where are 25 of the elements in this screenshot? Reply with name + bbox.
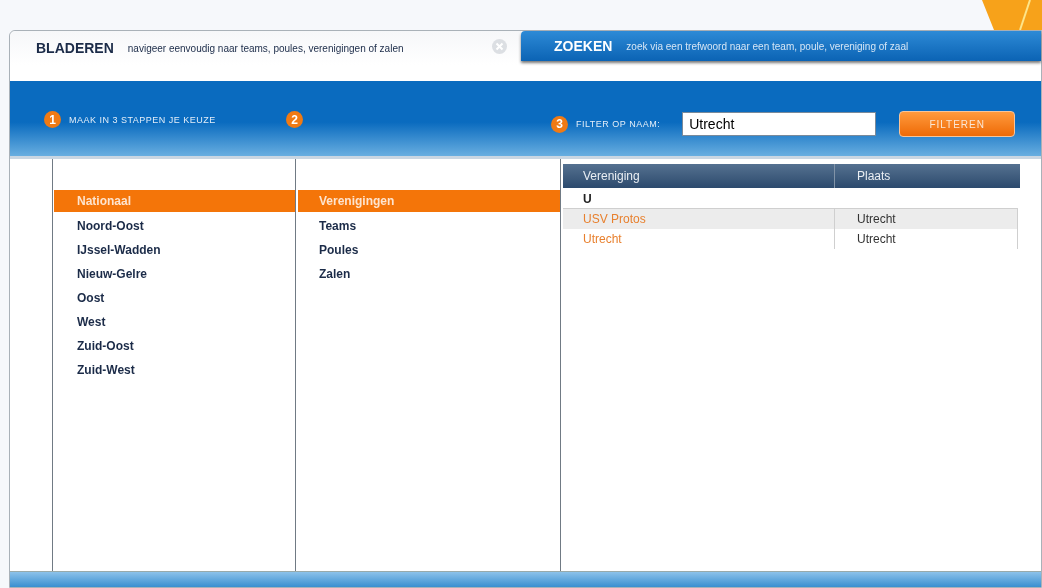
step-label: MAAK IN 3 STAPPEN JE KEUZE	[69, 114, 216, 125]
region-item[interactable]: Noord-Oost	[54, 214, 295, 238]
step-number: 3	[551, 115, 568, 133]
category-item[interactable]: Poules	[298, 238, 560, 262]
region-item[interactable]: Zuid-Oost	[54, 334, 295, 358]
region-item[interactable]: IJssel-Wadden	[54, 238, 295, 262]
filter-field[interactable]: Utrecht	[682, 112, 877, 136]
tab[interactable]: ZOEKEN zoek via een trefwoord naar een team, poule, vereniging of zaal	[521, 31, 1041, 61]
step-number: 1	[44, 111, 61, 128]
table-row[interactable]: Utrecht Utrecht	[563, 229, 1018, 249]
close-icon[interactable]	[492, 39, 507, 54]
step-label: FILTER OP NAAM:	[576, 119, 661, 129]
table-cell: Utrecht	[835, 209, 1018, 229]
column-header: Plaats	[856, 168, 892, 185]
table-cell: Utrecht	[835, 229, 1018, 249]
table-row[interactable]: USV Protos Utrecht	[563, 208, 1018, 229]
category-item[interactable]: Teams	[298, 214, 560, 238]
category-item[interactable]: Zalen	[298, 262, 560, 286]
group-letter: U	[582, 191, 593, 208]
region-item[interactable]: West	[54, 310, 295, 334]
step-number: 2	[286, 111, 303, 128]
region-item[interactable]: Oost	[54, 286, 295, 310]
region-item[interactable]: Nieuw-Gelre	[54, 262, 295, 286]
column-header: Vereniging	[563, 164, 835, 188]
region-item[interactable]: Zuid-West	[54, 358, 295, 382]
